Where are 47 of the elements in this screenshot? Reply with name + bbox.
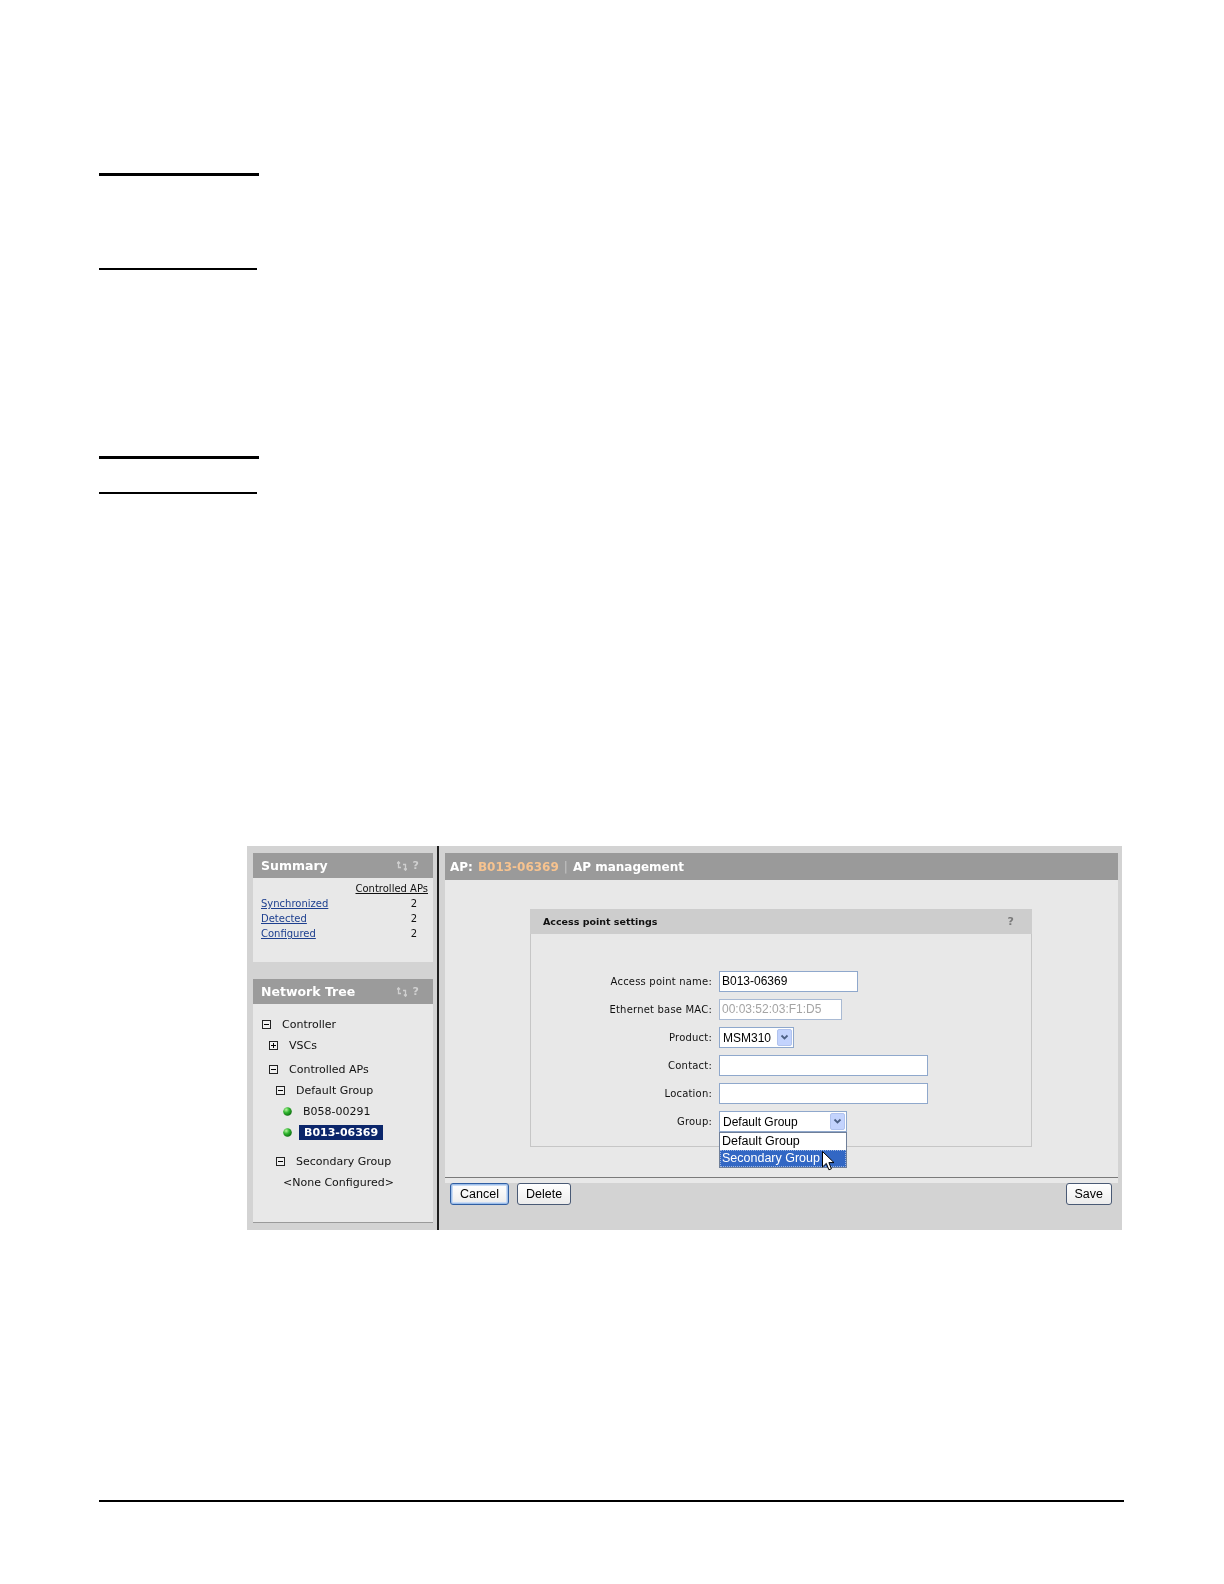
field-label: Ethernet base MAC: [609,1004,712,1015]
tree-item[interactable]: <None Configured> [283,1175,398,1190]
dropdown-select[interactable]: MSM310 [719,1027,794,1048]
summary-link[interactable]: Configured [261,926,316,941]
action-button[interactable]: Delete [517,1183,572,1205]
text-field[interactable] [719,1055,928,1076]
panel-title: Network Tree [261,984,356,999]
status-dot-icon [283,1107,292,1116]
panel-title: Summary [261,858,328,873]
tree-item[interactable]: Controller [278,1017,341,1032]
dropdown-option[interactable]: Secondary Group [720,1150,846,1167]
ap-name: B013-06369 [477,859,559,874]
minus-box-icon[interactable] [269,1065,278,1074]
count-value: 2 [410,927,418,941]
dropdown-select[interactable]: Default Group [719,1111,847,1132]
chevron-down-icon[interactable] [777,1029,792,1046]
action-button[interactable]: Cancel [450,1183,509,1205]
header-label: AP: [450,859,473,874]
count-value: 2 [410,912,418,926]
title-separator: | [563,859,568,874]
field-label: Contact: [668,1060,712,1071]
tree-item[interactable]: VSCs [285,1038,321,1053]
dropdown-option[interactable]: Default Group [720,1133,846,1150]
summary-link[interactable]: Detected [261,911,307,926]
count-value: 2 [410,897,418,911]
field-label: Location: [664,1088,712,1099]
tree-item[interactable]: Secondary Group [292,1154,396,1169]
chevron-down-icon[interactable] [830,1113,845,1130]
field-label: Access point name: [610,976,712,987]
status-dot-icon [283,1128,292,1137]
tree-item[interactable]: B058-00291 [299,1104,375,1119]
minus-box-icon[interactable] [276,1157,285,1166]
field-label: Group: [677,1116,712,1127]
text-field[interactable] [719,1083,928,1104]
minus-box-icon[interactable] [276,1086,285,1095]
section-title: Access point settings [543,916,658,927]
field-label: Product: [669,1032,712,1043]
plus-box-icon[interactable] [269,1041,278,1050]
minus-box-icon[interactable] [262,1020,271,1029]
action-button[interactable]: Save [1065,1183,1112,1205]
column-header: Controlled APs [355,882,428,896]
text-field[interactable]: B013-06369 [719,971,858,992]
tree-item[interactable]: B013-06369 [299,1125,384,1140]
summary-link[interactable]: Synchronized [261,896,329,911]
tree-item[interactable]: Controlled APs [285,1062,373,1077]
page-title: AP management [572,859,685,874]
tree-item[interactable]: Default Group [292,1083,378,1098]
